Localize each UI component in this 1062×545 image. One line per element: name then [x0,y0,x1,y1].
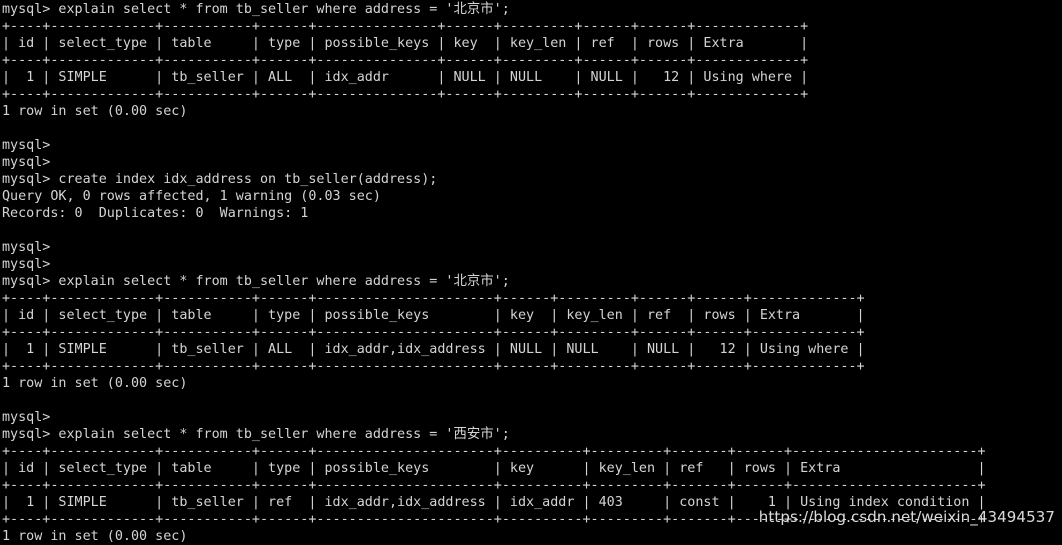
terminal-line: +----+-------------+-----------+------+-… [2,87,809,102]
terminal-line: mysql> explain select * from tb_seller w… [2,2,510,17]
terminal-line: mysql> [2,257,51,272]
terminal-line: mysql> [2,410,51,425]
terminal-line: | id | select_type | table | type | poss… [2,36,809,51]
terminal-line: 1 row in set (0.00 sec) [2,104,188,119]
terminal-line: +----+-------------+-----------+------+-… [2,53,809,68]
terminal-line: mysql> explain select * from tb_seller w… [2,274,510,289]
terminal-line: +----+-------------+-----------+------+-… [2,291,865,306]
watermark-text: https://blog.csdn.net/weixin_43494537 [758,508,1055,526]
terminal-line: | 1 | SIMPLE | tb_seller | ALL | idx_add… [2,342,865,357]
terminal-line: 1 row in set (0.00 sec) [2,529,188,544]
terminal-line: +----+-------------+-----------+------+-… [2,478,986,493]
terminal-output: mysql> explain select * from tb_seller w… [2,1,986,545]
terminal-line: mysql> create index idx_address on tb_se… [2,172,438,187]
terminal-line: Query OK, 0 rows affected, 1 warning (0.… [2,189,381,204]
terminal-window[interactable]: mysql> explain select * from tb_seller w… [0,0,1062,545]
terminal-line: +----+-------------+-----------+------+-… [2,359,865,374]
terminal-line: mysql> explain select * from tb_seller w… [2,427,510,442]
terminal-line: +----+-------------+-----------+------+-… [2,444,986,459]
terminal-line: | 1 | SIMPLE | tb_seller | ALL | idx_add… [2,70,809,85]
terminal-line: mysql> [2,155,51,170]
terminal-line: Records: 0 Duplicates: 0 Warnings: 1 [2,206,309,221]
terminal-line: +----+-------------+-----------+------+-… [2,325,865,340]
terminal-line: mysql> [2,240,51,255]
terminal-line: 1 row in set (0.00 sec) [2,376,188,391]
terminal-line: mysql> [2,138,51,153]
terminal-line: | id | select_type | table | type | poss… [2,308,865,323]
terminal-line: | id | select_type | table | type | poss… [2,461,986,476]
terminal-line: +----+-------------+-----------+------+-… [2,19,809,34]
